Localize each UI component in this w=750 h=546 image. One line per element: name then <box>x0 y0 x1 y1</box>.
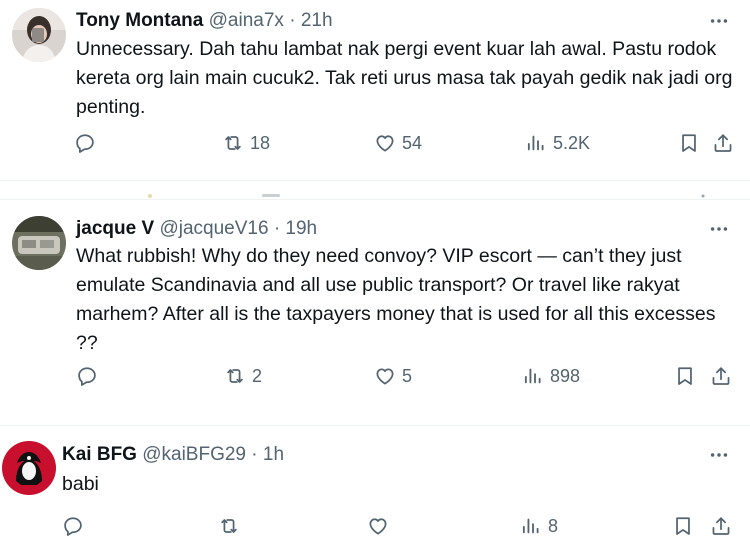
display-name[interactable]: jacque V <box>76 218 154 239</box>
tweet-header: Tony Montana @aina7x · 21h <box>76 9 333 33</box>
retweet-button[interactable]: 2 <box>224 363 262 389</box>
action-bar: 8 <box>0 513 750 539</box>
views-icon <box>525 132 547 154</box>
bookmark-button[interactable] <box>674 363 696 389</box>
retweet-count: 2 <box>252 365 263 386</box>
retweet-icon <box>222 132 244 154</box>
views-icon <box>522 365 544 387</box>
reply-button[interactable] <box>76 363 104 389</box>
reply-icon <box>62 515 84 537</box>
bookmark-button[interactable] <box>678 130 700 156</box>
user-handle[interactable]: @kaiBFG29 <box>142 444 246 465</box>
like-button[interactable]: 54 <box>374 130 422 156</box>
bookmark-button[interactable] <box>672 513 694 539</box>
like-icon <box>374 132 396 154</box>
views-button[interactable]: 8 <box>520 513 558 539</box>
tweet-text: Unnecessary. Dah tahu lambat nak pergi e… <box>76 38 733 118</box>
avatar[interactable] <box>2 441 56 495</box>
share-button[interactable] <box>712 130 734 156</box>
avatar[interactable] <box>12 8 66 62</box>
retweet-button[interactable] <box>218 513 246 539</box>
timestamp[interactable]: 21h <box>301 10 333 31</box>
bookmark-icon <box>674 365 696 387</box>
separator-dot: · <box>273 218 281 239</box>
tweet-3[interactable]: Kai BFG @kaiBFG29 · 1h babi 8 <box>0 426 750 546</box>
retweet-icon <box>218 515 240 537</box>
reply-icon <box>76 365 98 387</box>
reply-button[interactable] <box>62 513 90 539</box>
truncated-tweet-fragment <box>0 182 750 198</box>
reply-icon <box>74 132 96 154</box>
timestamp[interactable]: 19h <box>285 218 317 239</box>
view-count: 8 <box>548 515 559 536</box>
tweet-1[interactable]: Tony Montana @aina7x · 21h Unnecessary. … <box>0 0 750 180</box>
like-button[interactable] <box>367 513 395 539</box>
like-count: 5 <box>402 365 413 386</box>
separator-dot: · <box>289 10 296 31</box>
retweet-icon <box>224 365 246 387</box>
views-icon <box>520 515 542 537</box>
like-icon <box>374 365 396 387</box>
more-icon <box>708 444 730 466</box>
action-bar: 2 5 898 <box>0 363 750 389</box>
display-name[interactable]: Kai BFG <box>62 444 137 465</box>
bookmark-icon <box>672 515 694 537</box>
like-button[interactable]: 5 <box>374 363 412 389</box>
divider <box>0 180 750 181</box>
view-count: 5.2K <box>553 132 591 153</box>
views-button[interactable]: 898 <box>522 363 580 389</box>
view-count: 898 <box>550 365 581 386</box>
tweet-text: What rubbish! Why do they need convoy? V… <box>76 245 716 354</box>
action-bar: 18 54 5.2K <box>0 130 750 156</box>
more-options-button[interactable] <box>706 218 732 240</box>
retweet-count: 18 <box>250 132 271 153</box>
share-button[interactable] <box>710 513 732 539</box>
views-button[interactable]: 5.2K <box>525 130 590 156</box>
retweet-button[interactable]: 18 <box>222 130 270 156</box>
more-icon <box>708 10 730 32</box>
reply-button[interactable] <box>74 130 102 156</box>
avatar[interactable] <box>12 216 66 270</box>
timestamp[interactable]: 1h <box>263 444 284 465</box>
more-options-button[interactable] <box>706 444 732 466</box>
more-icon <box>708 218 730 240</box>
share-icon <box>710 365 732 387</box>
user-handle[interactable]: @aina7x <box>209 10 284 31</box>
tweet-2[interactable]: jacque V @jacqueV16 · 19h What rubbish! … <box>0 200 750 425</box>
share-icon <box>710 515 732 537</box>
like-icon <box>367 515 389 537</box>
more-options-button[interactable] <box>706 10 732 32</box>
like-count: 54 <box>402 132 423 153</box>
tweet-header: Kai BFG @kaiBFG29 · 1h <box>62 443 284 467</box>
user-handle[interactable]: @jacqueV16 <box>159 218 268 239</box>
tweet-header: jacque V @jacqueV16 · 19h <box>76 217 317 241</box>
share-icon <box>712 132 734 154</box>
tweet-text: babi <box>62 473 99 495</box>
bookmark-icon <box>678 132 700 154</box>
display-name[interactable]: Tony Montana <box>76 10 203 31</box>
separator-dot: · <box>251 444 258 465</box>
share-button[interactable] <box>710 363 732 389</box>
